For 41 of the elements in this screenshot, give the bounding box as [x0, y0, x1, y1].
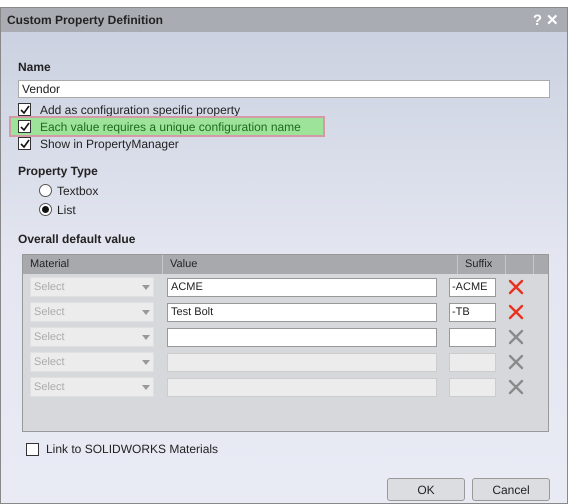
section-label: Overall default value — [18, 231, 136, 248]
checkbox[interactable] — [18, 120, 31, 133]
dropdown-text: Select — [34, 380, 66, 395]
caret-icon — [142, 384, 150, 390]
delete-icon[interactable] — [508, 329, 524, 345]
checkbox[interactable] — [18, 103, 31, 116]
option-label: Add as configuration specific property — [40, 102, 240, 118]
suffix-input-field[interactable]: -ACME — [449, 278, 496, 296]
value-input-field[interactable]: ACME — [167, 278, 437, 296]
value-input-field[interactable] — [167, 328, 437, 346]
column-header: Suffix — [458, 255, 506, 274]
caret-icon — [142, 334, 150, 340]
dropdown-text: Select — [34, 330, 66, 345]
ok-button[interactable]: OK — [387, 478, 465, 501]
radio-label: List — [57, 202, 76, 218]
checkbox[interactable] — [18, 137, 31, 150]
cancel-button[interactable]: Cancel — [472, 478, 550, 501]
suffix-input-field[interactable]: -TB — [449, 302, 496, 322]
caret-icon — [142, 310, 150, 314]
section-label: Property Type — [18, 163, 99, 180]
option-label: Show in PropertyManager — [40, 136, 179, 152]
delete-icon[interactable] — [508, 304, 524, 320]
suffix-input-field[interactable] — [449, 328, 496, 346]
option-label: Link to SOLIDWORKS Materials — [46, 441, 218, 458]
radio-button[interactable] — [39, 203, 52, 216]
option-label: Each value requires a unique configuration name — [40, 118, 301, 136]
dropdown-text: Select — [34, 280, 66, 295]
dropdown-text: Select — [34, 354, 66, 370]
value-input-field[interactable]: Test Bolt — [167, 302, 437, 322]
delete-icon[interactable] — [508, 279, 524, 295]
dropdown-text: Select — [34, 304, 66, 320]
column-header: Value — [163, 255, 458, 274]
radio-label: Textbox — [57, 182, 98, 200]
caret-icon — [142, 284, 150, 290]
caret-icon — [142, 360, 150, 364]
window-title: Custom Property Definition — [7, 12, 164, 29]
name-input-field[interactable]: Vendor — [18, 80, 550, 98]
radio-button[interactable] — [39, 184, 52, 197]
checkbox[interactable] — [26, 442, 39, 456]
column-header: Material — [23, 255, 163, 274]
field-label: Name — [18, 59, 52, 76]
